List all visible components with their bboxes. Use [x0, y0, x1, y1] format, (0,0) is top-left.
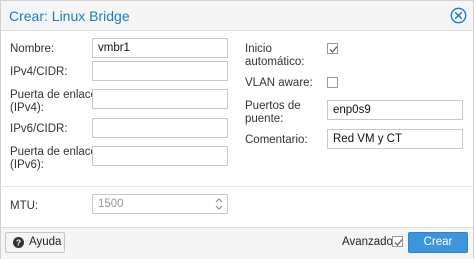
- section-divider: [2, 186, 473, 187]
- checkmark-icon: [329, 46, 338, 53]
- gateway-ipv6-input[interactable]: [92, 146, 228, 166]
- name-label: Nombre:: [10, 43, 55, 55]
- dialog-titlebar: Crear: Linux Bridge: [1, 1, 473, 31]
- gateway-ipv6-label-line1: Puerta de enlace: [10, 146, 97, 158]
- ipv6-cidr-input[interactable]: [92, 118, 228, 138]
- checkmark-icon: [394, 239, 403, 246]
- advanced-checkbox[interactable]: [392, 236, 403, 247]
- close-icon[interactable]: [450, 7, 467, 24]
- comment-label: Comentario:: [245, 134, 308, 146]
- bridge-ports-input[interactable]: enp0s9: [327, 100, 463, 120]
- dialog-footer: ? Ayuda Avanzado Crear: [1, 227, 473, 259]
- help-button-label: Ayuda: [29, 236, 62, 248]
- advanced-label: Avanzado: [342, 236, 393, 248]
- ipv4-cidr-input[interactable]: [92, 61, 228, 81]
- create-button[interactable]: Crear: [408, 232, 468, 253]
- autostart-label-line2: automático:: [245, 56, 305, 68]
- svg-text:?: ?: [16, 238, 21, 248]
- help-button[interactable]: ? Ayuda: [5, 232, 65, 253]
- vlan-aware-checkbox[interactable]: [327, 77, 338, 88]
- mtu-input[interactable]: 1500: [92, 194, 228, 214]
- autostart-label-line1: Inicio: [245, 43, 272, 55]
- comment-input[interactable]: Red VM y CT: [327, 129, 463, 149]
- vlan-aware-label: VLAN aware:: [245, 77, 313, 89]
- gateway-ipv4-input[interactable]: [92, 89, 228, 109]
- mtu-label: MTU:: [10, 200, 39, 212]
- bridge-ports-label-line2: puente:: [245, 113, 284, 125]
- autostart-checkbox[interactable]: [327, 43, 338, 54]
- ipv6-cidr-label: IPv6/CIDR:: [10, 123, 68, 135]
- ipv4-cidr-label: IPv4/CIDR:: [10, 66, 68, 78]
- dialog-title: Crear: Linux Bridge: [9, 8, 130, 24]
- question-circle-icon: ?: [13, 237, 24, 248]
- spinner-arrows-icon[interactable]: [214, 195, 224, 213]
- create-linux-bridge-dialog: Crear: Linux Bridge Nombre: vmbr1 IPv4/C…: [0, 0, 474, 259]
- gateway-ipv4-label-line1: Puerta de enlace: [10, 89, 97, 101]
- name-input[interactable]: vmbr1: [92, 38, 228, 58]
- bridge-ports-label-line1: Puertos de: [245, 100, 301, 112]
- gateway-ipv6-label-line2: (IPv6):: [10, 159, 44, 171]
- gateway-ipv4-label-line2: (IPv4):: [10, 102, 44, 114]
